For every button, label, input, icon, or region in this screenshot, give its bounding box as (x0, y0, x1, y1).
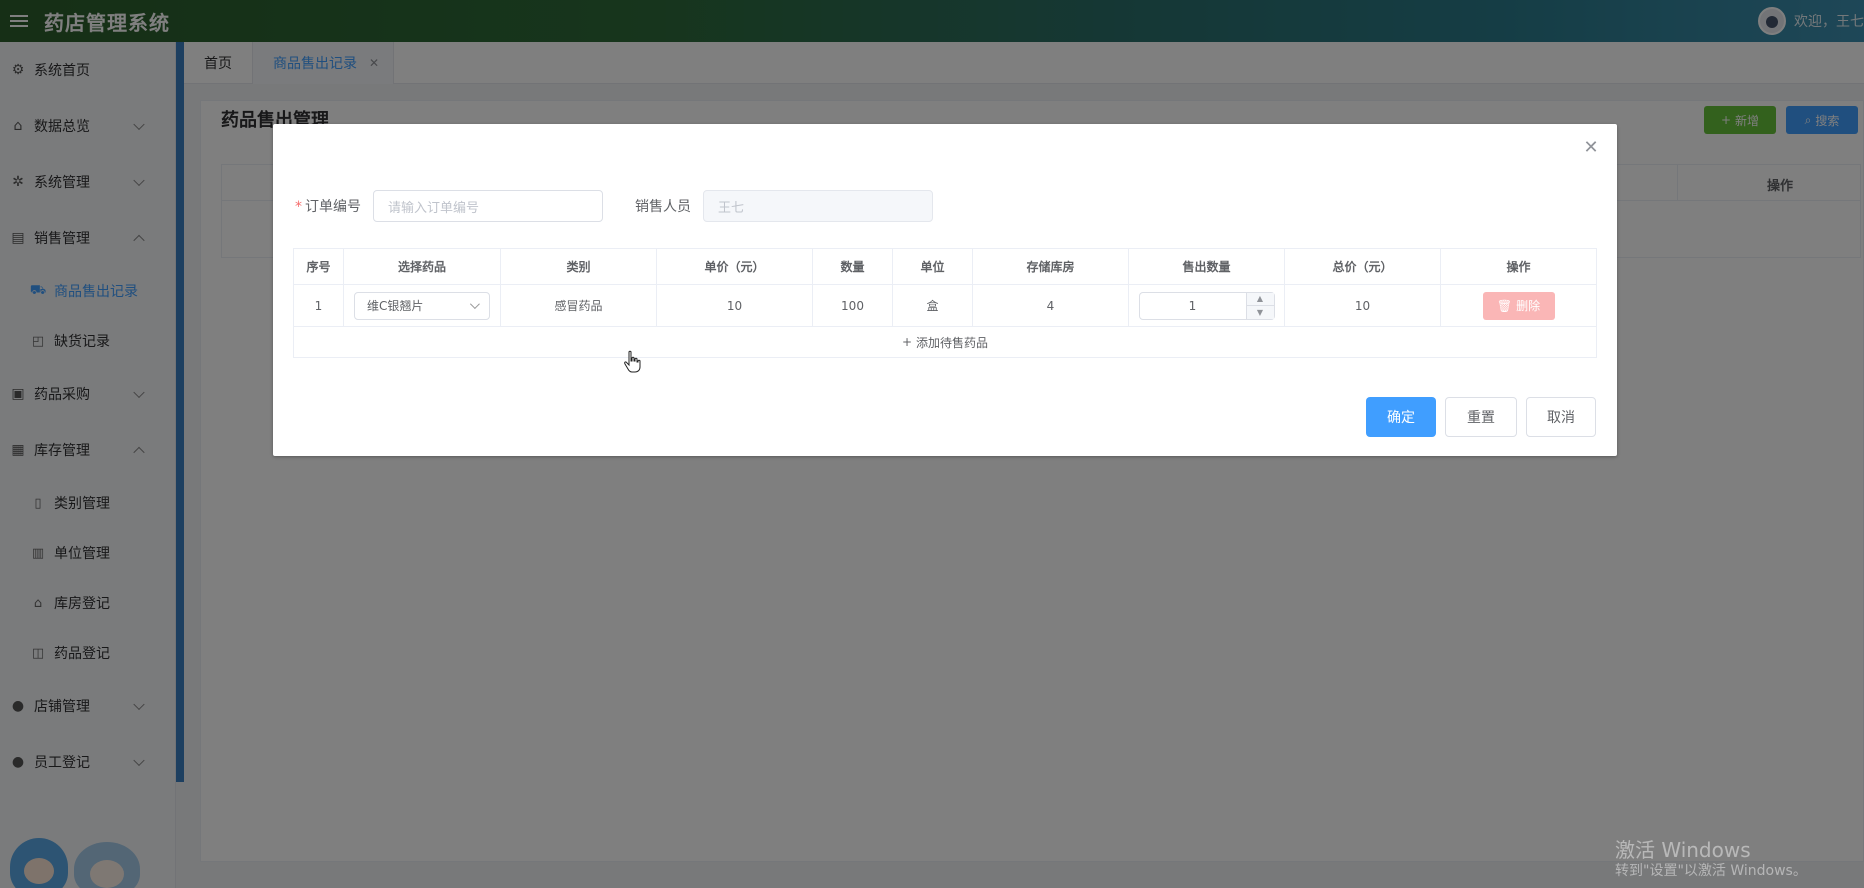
windows-activation-title: 激活 Windows (1615, 838, 1751, 862)
col-header: 类别 (501, 249, 657, 284)
cell-warehouse: 4 (973, 285, 1129, 326)
cell-actions: 🗑 删除 (1441, 285, 1596, 326)
cell-total: 10 (1285, 285, 1441, 326)
trash-icon: 🗑 (1496, 298, 1513, 313)
add-drug-label: 添加待售药品 (916, 335, 989, 350)
reset-button[interactable]: 重置 (1445, 397, 1517, 437)
order-label: * 订单编号 (295, 199, 361, 215)
col-header: 售出数量 (1129, 249, 1285, 284)
cancel-button[interactable]: 取消 (1526, 397, 1596, 437)
col-header: 选择药品 (344, 249, 501, 284)
seller-input: 王七 (703, 190, 933, 222)
order-number-input[interactable]: 请输入订单编号 (373, 190, 603, 222)
col-header: 单价（元） (657, 249, 813, 284)
drug-select-value: 维C银翘片 (367, 299, 424, 313)
seller-label: 销售人员 (635, 199, 691, 215)
cell-quantity: 100 (813, 285, 893, 326)
chevron-down-icon (469, 299, 480, 310)
sale-items-table: 序号 选择药品 类别 单价（元） 数量 单位 存储库房 售出数量 总价（元） 操… (293, 248, 1597, 358)
col-header: 操作 (1506, 260, 1531, 274)
drug-select[interactable]: 维C银翘片 (354, 291, 490, 320)
cell-index: 1 (294, 285, 344, 326)
decrement-icon[interactable]: ▼ (1247, 306, 1274, 319)
sell-qty-stepper[interactable]: 1 ▲ ▼ (1138, 291, 1275, 320)
col-header: 存储库房 (973, 249, 1129, 284)
close-icon[interactable]: ✕ (1583, 139, 1599, 157)
col-header: 总价（元） (1285, 249, 1441, 284)
cell-unit: 盒 (893, 285, 973, 326)
table-row: 1 维C银翘片 感冒药品 10 100 盒 4 1 ▲ ▼ 10 🗑 删除 (294, 285, 1596, 327)
cell-drug: 维C银翘片 (344, 285, 501, 326)
hand-cursor-icon (624, 350, 641, 373)
plus-icon: + (901, 335, 913, 349)
cell-price: 10 (657, 285, 813, 326)
col-header: 单位 (893, 249, 973, 284)
order-form-row: * 订单编号 请输入订单编号 销售人员 王七 (295, 190, 933, 222)
delete-label: 删除 (1516, 299, 1541, 313)
confirm-button[interactable]: 确定 (1366, 397, 1436, 437)
increment-icon[interactable]: ▲ (1246, 293, 1274, 306)
cell-category: 感冒药品 (501, 285, 657, 326)
delete-button[interactable]: 🗑 删除 (1482, 291, 1555, 320)
cell-sell-qty: 1 ▲ ▼ (1129, 285, 1285, 326)
col-header: 序号 (294, 249, 344, 284)
col-header: 数量 (813, 249, 893, 284)
sales-dialog: ✕ * 订单编号 请输入订单编号 销售人员 王七 序号 选择药品 类别 单价（元）… (273, 124, 1617, 456)
table-header-row: 序号 选择药品 类别 单价（元） 数量 单位 存储库房 售出数量 总价（元） 操… (294, 249, 1596, 285)
add-drug-row-button[interactable]: + 添加待售药品 (294, 327, 1596, 357)
windows-activation-hint: 转到"设置"以激活 Windows。 (1615, 863, 1807, 879)
